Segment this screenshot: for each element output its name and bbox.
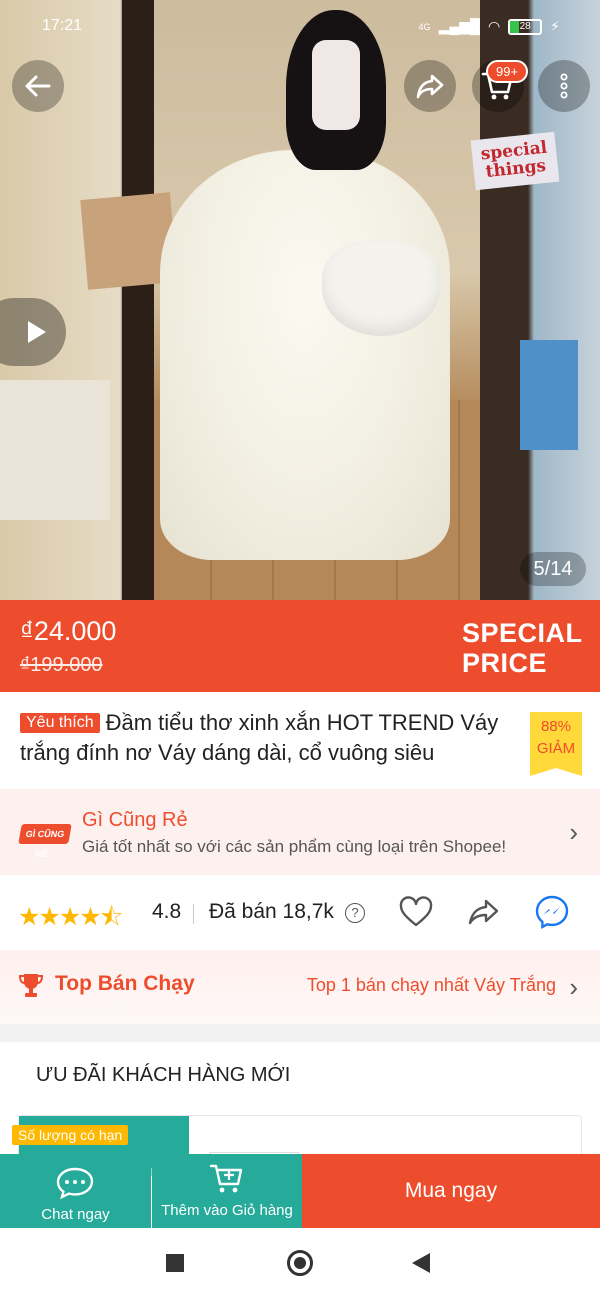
share-icon	[416, 74, 444, 99]
rating-stars-icon: ★★★★⯪	[18, 903, 123, 931]
system-back-button[interactable]	[412, 1253, 430, 1273]
signal-icon: ▂▄▆█	[438, 18, 480, 34]
status-time: 17:21	[42, 17, 83, 34]
discount-label: GIẢM	[536, 740, 576, 757]
discount-percent: 88%	[540, 718, 572, 735]
mirror-frame-left	[122, 0, 154, 600]
back-button[interactable]	[12, 60, 64, 112]
section-divider	[0, 1024, 600, 1042]
top-seller-rank: Top 1 bán chạy nhất Váy Trắng	[306, 975, 556, 995]
share-button[interactable]	[404, 60, 456, 112]
wifi-icon: ◠	[487, 18, 501, 34]
chevron-right-icon: ›	[569, 817, 578, 847]
help-icon[interactable]: ?	[345, 903, 365, 923]
top-seller-row[interactable]: Top Bán Chạy Top 1 bán chạy nhất Váy Trắ…	[0, 950, 600, 1024]
recent-apps-button[interactable]	[166, 1254, 184, 1272]
add-cart-icon	[209, 1164, 243, 1193]
wall-art-card	[0, 380, 110, 520]
sold-count: Đã bán 18,7k	[209, 900, 334, 923]
chat-bubble-icon	[56, 1167, 94, 1200]
heart-icon[interactable]	[398, 894, 434, 930]
promo-text: SPECIAL	[462, 618, 583, 648]
cheap-deal-banner[interactable]: GÌ CŨNG RẺ Gì Cũng Rẻ Giá tốt nhất so vớ…	[0, 789, 600, 875]
original-price: ₫199.000	[20, 654, 103, 676]
cheap-deal-subtitle: Giá tốt nhất so với các sản phẩm cùng lo…	[82, 837, 507, 856]
battery-icon: 28	[508, 18, 543, 35]
special-price-label: SPECIAL PRICE	[462, 618, 583, 678]
more-options-button[interactable]	[538, 60, 590, 112]
product-title: Yêu thích Đầm tiểu thơ xinh xắn HOT TREND…	[20, 708, 520, 772]
bottom-action-bar: Chat ngay Thêm vào Giỏ hàng Mua ngay	[0, 1154, 600, 1228]
more-vertical-icon	[560, 73, 568, 99]
new-customer-offer-heading: ƯU ĐÃI KHÁCH HÀNG MỚI	[36, 1064, 291, 1086]
price-bar: ₫24.000 ₫199.000 SPECIAL PRICE	[0, 600, 600, 692]
chevron-right-icon: ›	[569, 972, 578, 1002]
rating-row: ★★★★⯪ 4.8 Đã bán 18,7k ?	[0, 876, 600, 948]
model-phone	[312, 40, 360, 130]
network-label: 4G	[418, 21, 431, 32]
system-navigation-bar	[0, 1228, 600, 1300]
favorite-tag: Yêu thích	[20, 713, 100, 733]
rating-value: 4.8	[152, 900, 182, 923]
product-dress	[160, 150, 450, 560]
special-things-sticker: special things	[470, 131, 560, 191]
chat-now-label: Chat ngay	[41, 1206, 110, 1223]
model-bag	[322, 240, 440, 336]
status-icons: 4G ▂▄▆█ ◠ 28 ⚡	[419, 18, 560, 35]
arrow-left-icon	[25, 75, 51, 97]
top-seller-title: Top Bán Chạy	[55, 972, 195, 995]
play-icon	[28, 321, 46, 343]
add-to-cart-label: Thêm vào Giỏ hàng	[161, 1202, 293, 1219]
limited-quantity-badge: Số lượng có hạn	[12, 1125, 129, 1145]
cheap-deal-title: Gì Cũng Rẻ	[82, 809, 188, 831]
image-counter: 5/14	[520, 552, 586, 586]
current-price: ₫24.000	[20, 616, 117, 646]
promo-text: PRICE	[462, 648, 548, 678]
messenger-icon[interactable]	[534, 894, 570, 930]
wall-art-card	[520, 340, 578, 450]
cheap-deal-logo: GÌ CŨNG RẺ	[18, 824, 72, 859]
buy-now-button[interactable]: Mua ngay	[302, 1154, 600, 1228]
play-video-button[interactable]	[0, 298, 66, 366]
add-to-cart-button[interactable]: Thêm vào Giỏ hàng	[152, 1154, 302, 1228]
divider	[193, 904, 194, 924]
charging-icon: ⚡	[550, 18, 560, 34]
share-icon[interactable]	[466, 894, 502, 930]
trophy-icon	[18, 974, 44, 997]
home-button[interactable]	[287, 1250, 313, 1276]
discount-badge: 88% GIẢM	[530, 712, 582, 776]
chat-now-button[interactable]: Chat ngay	[0, 1154, 151, 1228]
cart-count-badge: 99+	[486, 60, 529, 83]
status-bar: 17:21 4G ▂▄▆█ ◠ 28 ⚡	[0, 14, 600, 40]
